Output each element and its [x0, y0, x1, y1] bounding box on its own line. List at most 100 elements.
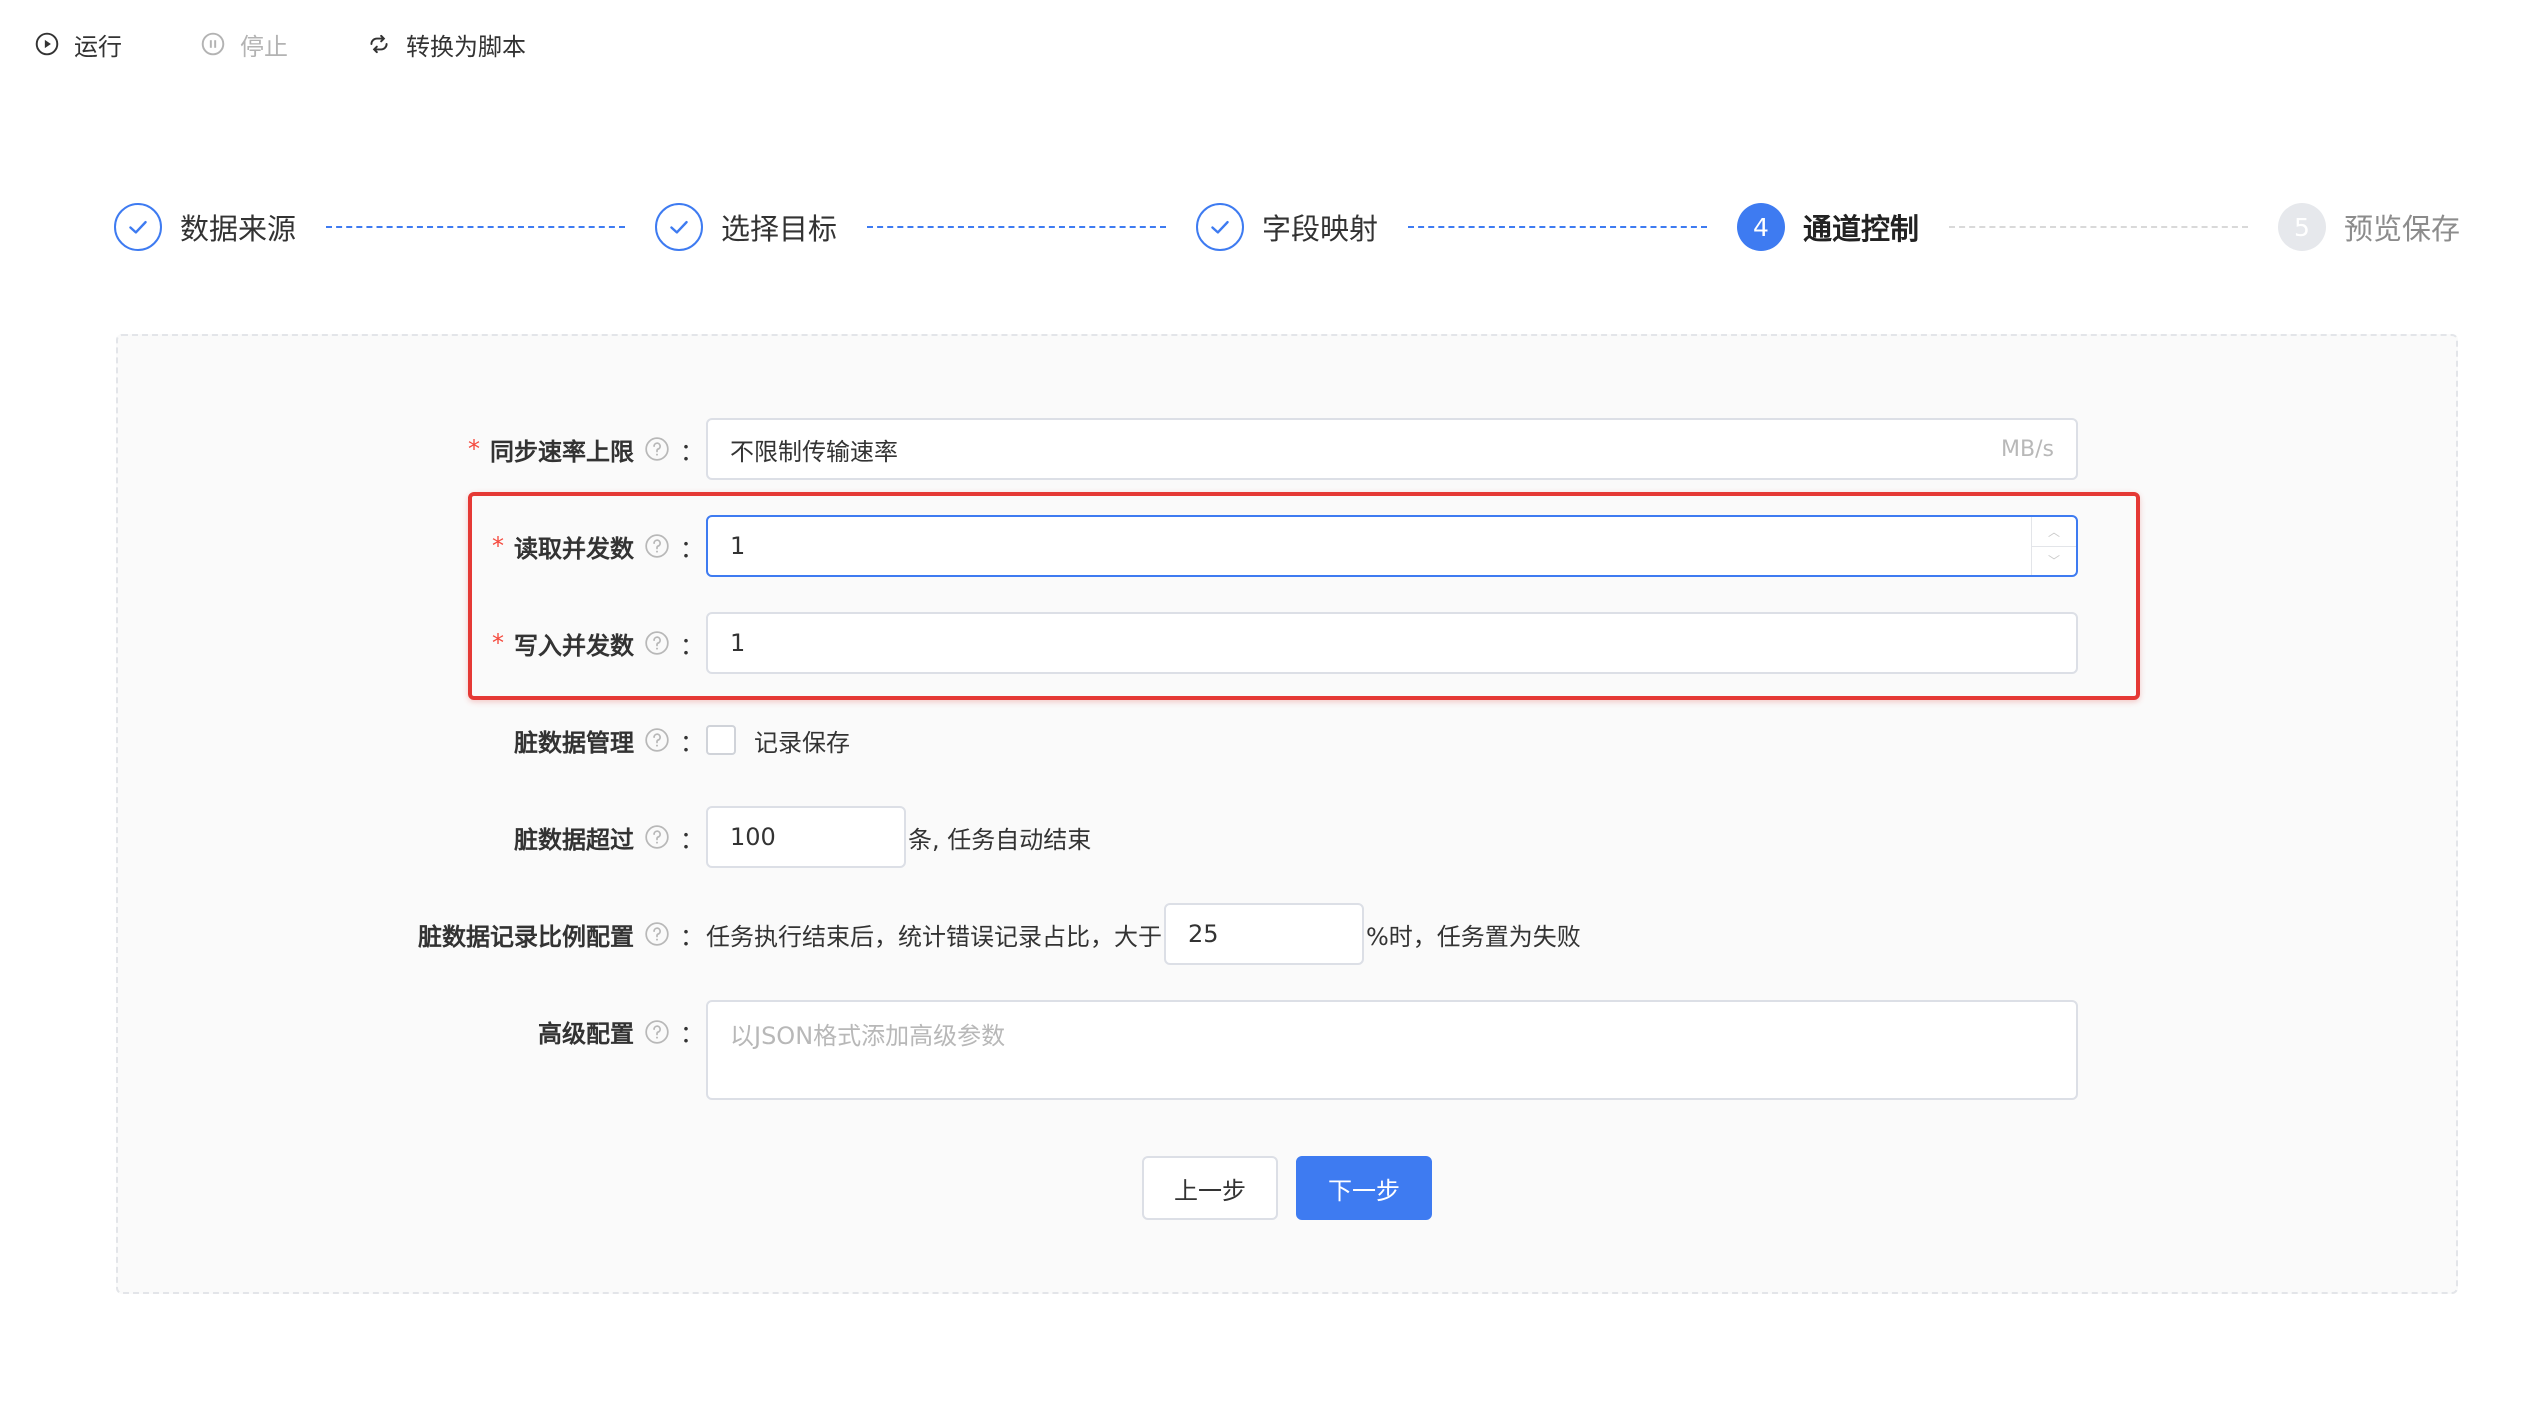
write-concurrency-value: 1: [730, 629, 746, 657]
check-icon: [1211, 220, 1229, 234]
form-label-text: 脏数据管理: [514, 728, 634, 757]
form-colon: ：: [680, 437, 704, 466]
dirty-ratio-input[interactable]: 25: [1164, 903, 1364, 965]
form-field: 1 ︿ ﹀: [706, 515, 2078, 577]
form-row-sync-rate: * 同步速率上限 ： 不限制传输速率 MB/s: [118, 418, 2456, 480]
step-active-circle: 4: [1737, 203, 1785, 251]
dirty-ratio-value: 25: [1188, 920, 1219, 948]
dirty-exceed-input[interactable]: 100: [706, 806, 906, 868]
pause-circle-icon: [201, 32, 225, 56]
form-label-text: 读取并发数: [514, 534, 634, 563]
step-label: 数据来源: [180, 212, 297, 246]
stepper-down-icon[interactable]: ﹀: [2032, 545, 2076, 576]
required-mark: *: [492, 532, 504, 560]
form-label: 脏数据记录比例配置 ：: [418, 917, 704, 952]
sync-rate-unit: MB/s: [2001, 436, 2054, 462]
step-connector: [326, 226, 625, 228]
form-row-advanced: 高级配置 ： 以JSON格式添加高级参数: [118, 1000, 2456, 1100]
form-actions: 上一步 下一步: [118, 1156, 2456, 1220]
run-button[interactable]: 运行: [34, 27, 122, 62]
step-done-circle: [114, 203, 162, 251]
form-label: * 写入并发数 ：: [492, 626, 704, 661]
step-connector: [867, 226, 1166, 228]
form-row-read-concurrency: * 读取并发数 ： 1 ︿ ﹀: [118, 515, 2456, 577]
next-step-button[interactable]: 下一步: [1296, 1156, 1432, 1220]
sync-rate-input[interactable]: 不限制传输速率 MB/s: [706, 418, 2078, 480]
number-stepper: ︿ ﹀: [2031, 517, 2076, 575]
form-label: * 读取并发数 ：: [492, 529, 704, 564]
form-label: 脏数据管理 ：: [514, 723, 704, 758]
form-colon: ：: [680, 922, 704, 951]
stepper-up-icon[interactable]: ︿: [2032, 517, 2076, 546]
step-select-target[interactable]: 选择目标: [655, 203, 837, 251]
question-circle-icon[interactable]: [644, 436, 670, 462]
read-concurrency-input[interactable]: 1 ︿ ﹀: [706, 515, 2078, 577]
step-preview-save[interactable]: 5 预览保存: [2278, 203, 2460, 251]
form-colon: ：: [680, 728, 704, 757]
stop-button[interactable]: 停止: [200, 27, 288, 62]
read-concurrency-value: 1: [730, 532, 746, 560]
form-label-text: 脏数据超过: [514, 825, 634, 854]
form-row-dirty-data: 脏数据管理 ： 记录保存: [118, 709, 2456, 771]
question-circle-icon[interactable]: [644, 824, 670, 850]
question-circle-icon[interactable]: [644, 921, 670, 947]
convert-label: 转换为脚本: [406, 32, 526, 61]
step-field-mapping[interactable]: 字段映射: [1196, 203, 1378, 251]
form-colon: ：: [680, 534, 704, 563]
form-field: 100 条, 任务自动结束: [706, 806, 1091, 868]
convert-icon: [370, 34, 388, 54]
record-save-checkbox[interactable]: [706, 725, 736, 755]
form-field: 1: [706, 612, 2078, 674]
toolbar: 运行 停止 转换为脚本: [34, 22, 526, 66]
form-label: 高级配置 ：: [538, 1014, 704, 1049]
convert-to-script-button[interactable]: 转换为脚本: [366, 27, 526, 62]
stop-label: 停止: [240, 32, 288, 61]
steps-bar: 数据来源 选择目标 字段映射 4 通道控制 5 预览保存: [114, 198, 2460, 256]
step-label: 通道控制: [1803, 212, 1920, 246]
form-row-write-concurrency: * 写入并发数 ： 1: [118, 612, 2456, 674]
step-data-source[interactable]: 数据来源: [114, 203, 296, 251]
form-label-text: 写入并发数: [514, 631, 634, 660]
form-field: 以JSON格式添加高级参数: [706, 1000, 2078, 1100]
question-circle-icon[interactable]: [644, 727, 670, 753]
step-todo-circle: 5: [2278, 203, 2326, 251]
form-label: * 同步速率上限 ：: [468, 432, 704, 467]
check-icon: [129, 220, 147, 234]
question-circle-icon[interactable]: [644, 533, 670, 559]
dirty-exceed-suffix: 条, 任务自动结束: [908, 825, 1092, 854]
form-field: 记录保存: [706, 723, 850, 758]
step-connector: [1408, 226, 1707, 228]
question-circle-icon[interactable]: [644, 1019, 670, 1045]
form-field: 任务执行结束后，统计错误记录占比，大于 25 %时，任务置为失败: [706, 903, 1581, 965]
sync-rate-value: 不限制传输速率: [730, 437, 898, 466]
required-mark: *: [492, 629, 504, 657]
dirty-exceed-value: 100: [730, 823, 776, 851]
form-colon: ：: [680, 825, 704, 854]
dirty-ratio-prefix: 任务执行结束后，统计错误记录占比，大于: [706, 922, 1162, 951]
prev-step-button[interactable]: 上一步: [1142, 1156, 1278, 1220]
play-circle-icon: [35, 32, 59, 56]
step-done-circle: [1196, 203, 1244, 251]
write-concurrency-input[interactable]: 1: [706, 612, 2078, 674]
step-channel-control[interactable]: 4 通道控制: [1737, 203, 1919, 251]
step-done-circle: [655, 203, 703, 251]
step-label: 字段映射: [1262, 212, 1379, 246]
form-label-text: 高级配置: [538, 1020, 634, 1048]
form-row-dirty-exceed: 脏数据超过 ： 100 条, 任务自动结束: [118, 806, 2456, 868]
required-mark: *: [468, 435, 480, 463]
checkbox-label[interactable]: 记录保存: [754, 723, 850, 758]
channel-control-panel: * 同步速率上限 ： 不限制传输速率 MB/s * 读取并发数 ： 1 ︿ ﹀: [116, 334, 2458, 1294]
form-colon: ：: [680, 1020, 704, 1048]
form-colon: ：: [680, 631, 704, 660]
form-field: 不限制传输速率 MB/s: [706, 418, 2078, 480]
form-label: 脏数据超过 ：: [514, 820, 704, 855]
question-circle-icon[interactable]: [644, 630, 670, 656]
step-label: 预览保存: [2344, 212, 2461, 246]
step-connector: [1949, 226, 2248, 228]
advanced-config-textarea[interactable]: 以JSON格式添加高级参数: [706, 1000, 2078, 1100]
form-row-dirty-ratio: 脏数据记录比例配置 ： 任务执行结束后，统计错误记录占比，大于 25 %时，任务…: [118, 903, 2456, 965]
advanced-config-placeholder: 以JSON格式添加高级参数: [730, 1022, 1006, 1050]
dirty-ratio-suffix: %时，任务置为失败: [1366, 922, 1581, 951]
step-label: 选择目标: [721, 212, 838, 246]
form-label-text: 脏数据记录比例配置: [418, 922, 634, 951]
